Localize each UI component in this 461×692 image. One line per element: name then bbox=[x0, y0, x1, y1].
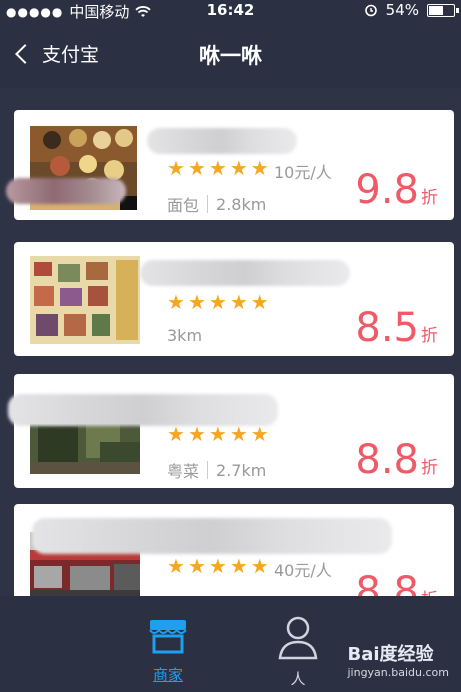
navigation-bar: 支付宝 咻一咻 bbox=[0, 20, 461, 88]
page-title: 咻一咻 bbox=[199, 44, 262, 68]
star-icon: ★ bbox=[187, 156, 206, 180]
distance-label: 2.8km bbox=[216, 194, 267, 214]
thumb-overlay-blurred bbox=[6, 178, 126, 204]
discount-unit: 折 bbox=[421, 585, 438, 596]
merchant-meta: 3km bbox=[167, 326, 202, 345]
star-icon: ★ bbox=[229, 554, 248, 578]
merchant-card[interactable]: ★ ★ ★ ★ ★ 粤菜 2.7km 8.8 折 bbox=[8, 374, 454, 488]
average-price: 40元/人 bbox=[274, 561, 332, 580]
star-icon: ★ bbox=[229, 290, 248, 314]
battery-fill bbox=[429, 5, 444, 15]
discount-rate: 9.8 折 bbox=[355, 170, 438, 210]
merchant-photo bbox=[30, 256, 140, 344]
rating-stars: ★ ★ ★ ★ ★ bbox=[167, 292, 269, 312]
star-icon: ★ bbox=[208, 290, 227, 314]
discount-unit: 折 bbox=[421, 458, 438, 478]
merchant-name-blurred bbox=[147, 128, 297, 154]
tab-people[interactable]: 人 bbox=[276, 614, 320, 689]
rating-stars: ★ ★ ★ ★ ★ bbox=[167, 158, 269, 178]
tab-merchants[interactable]: 商家 bbox=[146, 614, 190, 685]
alarm-icon bbox=[364, 4, 377, 17]
watermark: Bai度经验 jingyan.baidu.com bbox=[347, 640, 449, 679]
tab-bar: 商家 人 Bai度经验 jingyan.baidu.com bbox=[0, 596, 461, 692]
star-icon: ★ bbox=[250, 290, 269, 314]
category-label: 粤菜 bbox=[167, 462, 200, 481]
distance-label: 3km bbox=[167, 326, 203, 345]
battery-percent: 54% bbox=[385, 1, 419, 19]
merchant-card[interactable]: 是 ★★★★★ 40元/人 8.8 折 bbox=[14, 504, 454, 596]
star-icon: ★ bbox=[167, 290, 185, 314]
merchant-name-blurred bbox=[140, 260, 350, 286]
discount-rate: 8.8 折 bbox=[355, 572, 438, 596]
discount-rate: 8.5 折 bbox=[355, 308, 438, 348]
star-icon: ★ bbox=[229, 156, 248, 180]
star-icon: ★ bbox=[250, 156, 269, 180]
divider bbox=[207, 195, 209, 213]
merchant-card[interactable]: ★ ★ ★ ★ ★ 3km 8.5 折 bbox=[14, 242, 454, 356]
star-icon: ★ bbox=[167, 422, 185, 446]
battery-icon bbox=[427, 3, 459, 17]
discount-value: 8.5 bbox=[355, 305, 419, 351]
discount-value: 8.8 bbox=[355, 437, 419, 483]
star-icon: ★ bbox=[208, 156, 227, 180]
person-icon bbox=[278, 616, 318, 660]
watermark-brand: Bai度经验 bbox=[347, 644, 434, 665]
star-icon: ★ bbox=[250, 554, 269, 578]
discount-value: 9.8 bbox=[355, 167, 419, 213]
star-icon: ★ bbox=[167, 554, 185, 578]
star-icon: ★ bbox=[208, 554, 227, 578]
merchant-name-blurred bbox=[32, 518, 392, 554]
star-icon: ★ bbox=[187, 554, 206, 578]
discount-value: 8.8 bbox=[355, 569, 419, 596]
rating-stars: ★ ★ ★ ★ ★ bbox=[167, 424, 269, 444]
star-icon: ★ bbox=[187, 422, 206, 446]
merchant-meta: 面包 2.8km bbox=[167, 192, 266, 216]
merchant-list[interactable]: ★ ★ ★ ★ ★ 10元/人 面包 2.8km 9.8 折 ★ ★ ★ ★ ★… bbox=[0, 88, 461, 596]
divider bbox=[207, 461, 209, 479]
discount-unit: 折 bbox=[421, 188, 438, 208]
discount-unit: 折 bbox=[421, 326, 438, 346]
distance-label: 2.7km bbox=[216, 460, 267, 480]
star-icon: ★ bbox=[250, 422, 269, 446]
status-right: 54% bbox=[364, 1, 459, 19]
average-price: 10元/人 bbox=[274, 163, 332, 182]
category-label: 面包 bbox=[167, 196, 200, 215]
discount-rate: 8.8 折 bbox=[355, 440, 438, 480]
tab-merchants-label: 商家 bbox=[152, 666, 183, 684]
merchant-card[interactable]: ★ ★ ★ ★ ★ 10元/人 面包 2.8km 9.8 折 bbox=[6, 110, 454, 220]
merchant-meta: 粤菜 2.7km bbox=[167, 458, 266, 482]
star-icon: ★ bbox=[187, 290, 206, 314]
storefront-icon bbox=[149, 620, 187, 654]
star-icon: ★ bbox=[229, 422, 248, 446]
watermark-url: jingyan.baidu.com bbox=[347, 666, 449, 679]
tab-people-label: 人 bbox=[290, 670, 306, 688]
star-icon: ★ bbox=[208, 422, 227, 446]
star-icon: ★ bbox=[167, 156, 185, 180]
rating-stars: ★ ★ ★ ★ ★ bbox=[167, 556, 269, 576]
status-bar: ●●●●● 中国移动 16:42 54% bbox=[0, 0, 461, 21]
